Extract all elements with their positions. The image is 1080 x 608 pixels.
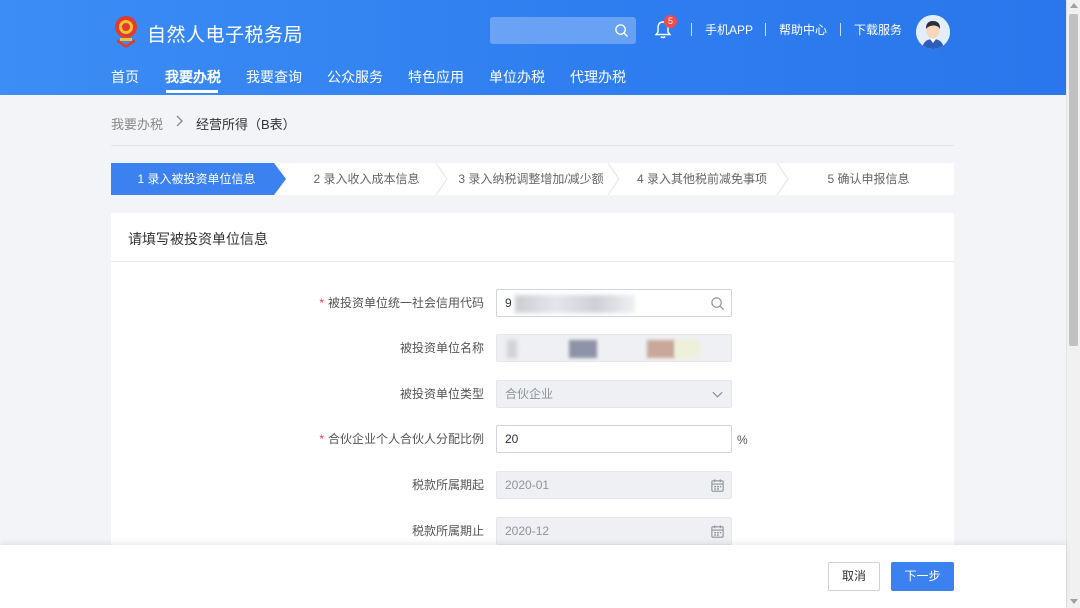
credit-code-input[interactable]: 9	[496, 289, 732, 317]
step-5[interactable]: 5 确认申报信息	[811, 163, 926, 195]
redacted-text	[515, 295, 635, 313]
partner-ratio-input[interactable]: 20	[496, 425, 732, 453]
calendar-icon[interactable]	[710, 524, 725, 539]
period-end-value: 2020-12	[505, 524, 550, 538]
nav-home[interactable]: 首页	[111, 68, 139, 86]
app-title[interactable]: 自然人电子税务局	[147, 20, 303, 47]
form-title: 请填写被投资单位信息	[128, 231, 268, 247]
divider	[765, 23, 766, 36]
credit-code-label: * 被投资单位统一社会信用代码	[319, 296, 484, 310]
redacted-text	[569, 340, 597, 358]
period-end-label: 税款所属期止	[411, 524, 484, 538]
search-input[interactable]	[490, 17, 636, 44]
user-avatar[interactable]	[916, 15, 950, 49]
chevron-down-icon[interactable]	[710, 387, 725, 402]
nav-query[interactable]: 我要查询	[246, 68, 302, 86]
partner-ratio-value: 20	[505, 432, 519, 446]
nav-active-indicator	[166, 90, 218, 93]
percent-unit: %	[737, 433, 748, 447]
calendar-icon[interactable]	[710, 478, 725, 493]
scrollbar-thumb[interactable]	[1069, 14, 1078, 346]
search-icon[interactable]	[614, 23, 629, 38]
nav-unit-tax[interactable]: 单位办税	[489, 68, 545, 86]
cancel-button[interactable]: 取消	[828, 562, 880, 591]
unit-type-select[interactable]: 合伙企业	[496, 380, 732, 408]
nav-agent-tax[interactable]: 代理办税	[570, 68, 626, 86]
unit-name-input[interactable]	[496, 334, 732, 362]
next-step-button[interactable]: 下一步	[891, 562, 954, 591]
required-mark: *	[319, 432, 324, 446]
nav-tax-handling[interactable]: 我要办税	[165, 68, 221, 86]
step-2[interactable]: 2 录入收入成本信息	[304, 163, 429, 195]
redacted-text	[507, 340, 517, 358]
unit-type-value: 合伙企业	[505, 387, 554, 401]
step-4[interactable]: 4 录入其他税前减免事项	[631, 163, 773, 195]
divider	[691, 23, 692, 36]
nav-featured-apps[interactable]: 特色应用	[408, 68, 464, 86]
period-start-label: 税款所属期起	[411, 478, 484, 492]
tax-emblem-icon	[115, 16, 137, 48]
page-scrollbar[interactable]	[1066, 0, 1080, 608]
partner-ratio-label: * 合伙企业个人合伙人分配比例	[319, 432, 484, 446]
scroll-up-icon[interactable]	[1070, 3, 1078, 8]
help-center-link[interactable]: 帮助中心	[779, 23, 827, 37]
unit-name-label: 被投资单位名称	[399, 341, 484, 355]
redacted-text	[675, 340, 699, 358]
period-start-value: 2020-01	[505, 478, 550, 492]
top-header: 自然人电子税务局 5 手机APP 帮助中心 下载服务 首页 我要办税 我要查询 …	[0, 0, 1066, 95]
period-start-input[interactable]: 2020-01	[496, 471, 732, 499]
search-icon[interactable]	[710, 296, 725, 311]
required-mark: *	[319, 296, 324, 310]
divider	[111, 145, 954, 146]
avatar-icon	[916, 15, 950, 49]
scroll-down-icon[interactable]	[1070, 599, 1078, 604]
unit-type-label: 被投资单位类型	[399, 387, 484, 401]
notification-badge: 5	[664, 15, 677, 28]
breadcrumb-parent[interactable]: 我要办税	[111, 114, 163, 133]
chevron-right-icon	[176, 115, 183, 127]
credit-code-value: 9	[505, 296, 512, 310]
redacted-text	[647, 340, 675, 358]
nav-public-service[interactable]: 公众服务	[327, 68, 383, 86]
step-1[interactable]: 1 录入被投资单位信息	[129, 163, 264, 195]
mobile-app-link[interactable]: 手机APP	[705, 23, 753, 37]
breadcrumb-current: 经营所得（B表）	[196, 117, 296, 132]
divider	[111, 261, 954, 262]
period-end-input[interactable]: 2020-12	[496, 517, 732, 545]
download-service-link[interactable]: 下载服务	[854, 23, 902, 37]
step-3[interactable]: 3 录入纳税调整增加/减少额	[455, 163, 607, 195]
divider	[840, 23, 841, 36]
step-progress-bar: 1 录入被投资单位信息 2 录入收入成本信息 3 录入纳税调整增加/减少额 4 …	[111, 163, 954, 195]
